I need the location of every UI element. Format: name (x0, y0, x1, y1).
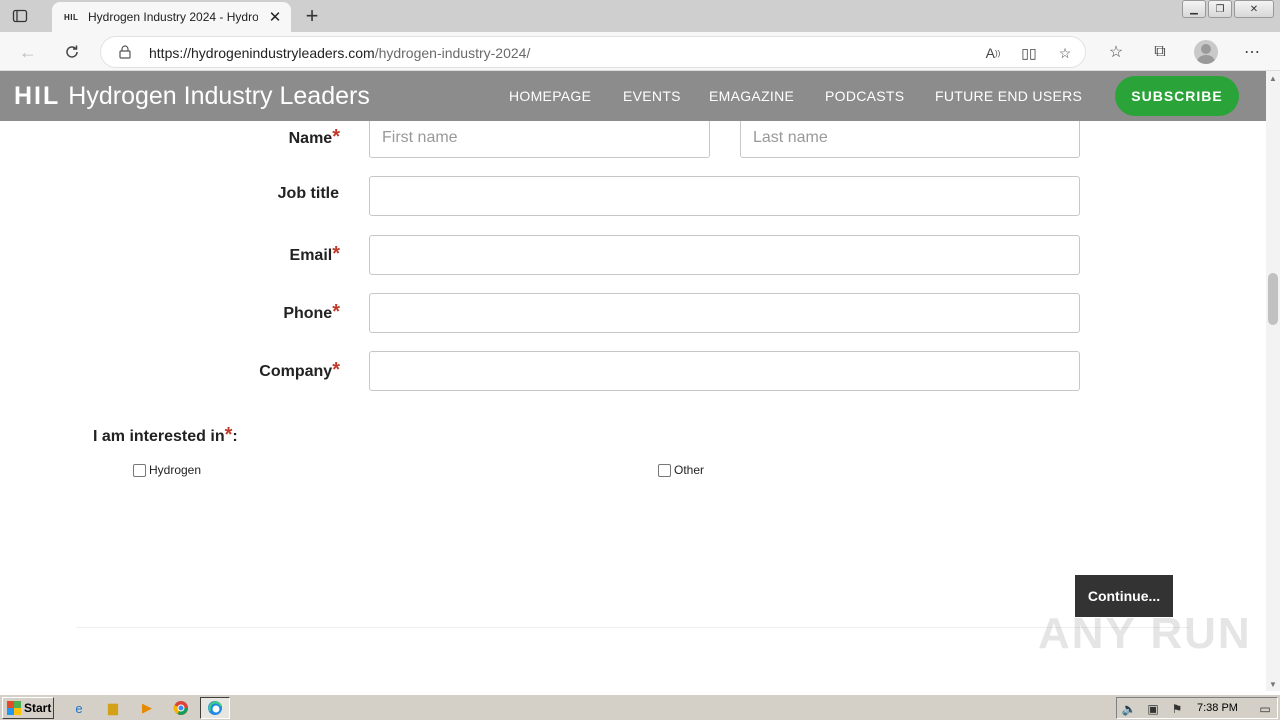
anyrun-watermark: ANY RUN (1038, 609, 1252, 658)
phone-input[interactable] (369, 293, 1080, 333)
explorer-folder-icon[interactable]: ▆ (104, 699, 122, 717)
ie-icon[interactable]: e (70, 699, 88, 717)
scroll-thumb[interactable] (1268, 273, 1278, 325)
minimize-icon[interactable]: ▁ (1182, 0, 1206, 18)
window-controls: ▁ ❐ ✕ (1180, 0, 1274, 18)
interest-option-hydrogen[interactable]: Hydrogen (133, 463, 201, 477)
collections-icon[interactable]: ⧉ (1148, 40, 1172, 64)
hydrogen-option-label: Hydrogen (149, 463, 202, 477)
phone-label: Phone* (283, 301, 340, 323)
email-label: Email* (289, 243, 340, 265)
scroll-up-icon[interactable]: ▲ (1266, 71, 1280, 85)
favorites-icon[interactable]: ☆ (1104, 40, 1128, 64)
first-name-input[interactable]: First name (369, 121, 710, 158)
site-logo[interactable]: HIL Hydrogen Industry Leaders (14, 82, 370, 111)
media-player-icon[interactable]: ▶ (138, 699, 156, 717)
nav-homepage[interactable]: HOMEPAGE (509, 88, 591, 104)
add-favorite-icon[interactable]: ☆ (1055, 43, 1075, 63)
hydrogen-checkbox[interactable] (133, 463, 146, 477)
nav-emagazine[interactable]: EMAGAZINE (709, 88, 794, 104)
new-tab-icon[interactable]: + (300, 3, 324, 28)
window-close-icon[interactable]: ✕ (1234, 0, 1274, 18)
interest-label: I am interested in*: (93, 424, 238, 446)
more-options-icon[interactable]: ⋯ (1240, 40, 1264, 64)
windows-taskbar: Start e ▆ ▶ 🔈 ▣ ⚑ 7:38 PM ▭ (0, 694, 1280, 720)
start-button[interactable]: Start (2, 697, 54, 719)
url-text: https://hydrogenindustryleaders.com/hydr… (149, 45, 531, 61)
job-title-input[interactable] (369, 176, 1080, 216)
page-scrollbar[interactable]: ▲ ▼ (1266, 71, 1280, 691)
subscribe-button[interactable]: SUBSCRIBE (1115, 76, 1239, 116)
other-option-label: Other (674, 463, 705, 477)
immersive-reader-icon[interactable]: ▯▯ (1019, 43, 1039, 63)
lock-icon[interactable] (119, 45, 131, 64)
job-title-label: Job title (277, 185, 339, 202)
nav-future-end-users[interactable]: FUTURE END USERS (935, 88, 1082, 104)
back-icon[interactable]: ← (16, 40, 40, 64)
network-icon[interactable]: ▣ (1145, 701, 1161, 717)
refresh-icon[interactable] (60, 40, 84, 64)
tab-title: Hydrogen Industry 2024 - Hydrogen Indust… (88, 10, 258, 24)
profile-avatar[interactable] (1194, 40, 1218, 64)
system-tray: 🔈 ▣ ⚑ 7:38 PM ▭ (1116, 697, 1278, 719)
read-aloud-icon[interactable]: A)) (983, 43, 1003, 63)
tab-actions-icon[interactable] (10, 6, 30, 26)
restore-icon[interactable]: ❐ (1208, 0, 1232, 18)
site-favicon-icon: HIL (64, 12, 79, 22)
edge-icon[interactable] (200, 697, 230, 719)
company-label: Company* (259, 359, 340, 381)
tab-close-icon[interactable]: ✕ (267, 9, 283, 26)
site-header: HIL Hydrogen Industry Leaders HOMEPAGE E… (0, 71, 1266, 121)
browser-tabstrip: HIL Hydrogen Industry 2024 - Hydrogen In… (0, 0, 1280, 32)
windows-logo-icon (7, 701, 21, 715)
nav-events[interactable]: EVENTS (623, 88, 681, 104)
section-divider (76, 627, 1190, 628)
company-input[interactable] (369, 351, 1080, 391)
action-center-flag-icon[interactable]: ⚑ (1169, 701, 1185, 717)
interest-option-other[interactable]: Other (658, 463, 704, 477)
browser-tab[interactable]: HIL Hydrogen Industry 2024 - Hydrogen In… (52, 2, 291, 32)
volume-icon[interactable]: 🔈 (1121, 701, 1137, 717)
email-input[interactable] (369, 235, 1080, 275)
nav-podcasts[interactable]: PODCASTS (825, 88, 904, 104)
last-name-input[interactable]: Last name (740, 121, 1080, 158)
registration-form: Name* First name Last name Job title Ema… (0, 121, 1266, 691)
browser-toolbar: ← https://hydrogenindustryleaders.com/hy… (0, 32, 1280, 71)
clock[interactable]: 7:38 PM (1197, 702, 1238, 714)
other-checkbox[interactable] (658, 463, 671, 477)
address-bar[interactable]: https://hydrogenindustryleaders.com/hydr… (100, 36, 1086, 68)
chrome-icon[interactable] (172, 699, 190, 717)
show-desktop-icon[interactable]: ▭ (1257, 701, 1273, 717)
scroll-down-icon[interactable]: ▼ (1266, 677, 1280, 691)
name-label: Name* (288, 126, 340, 148)
